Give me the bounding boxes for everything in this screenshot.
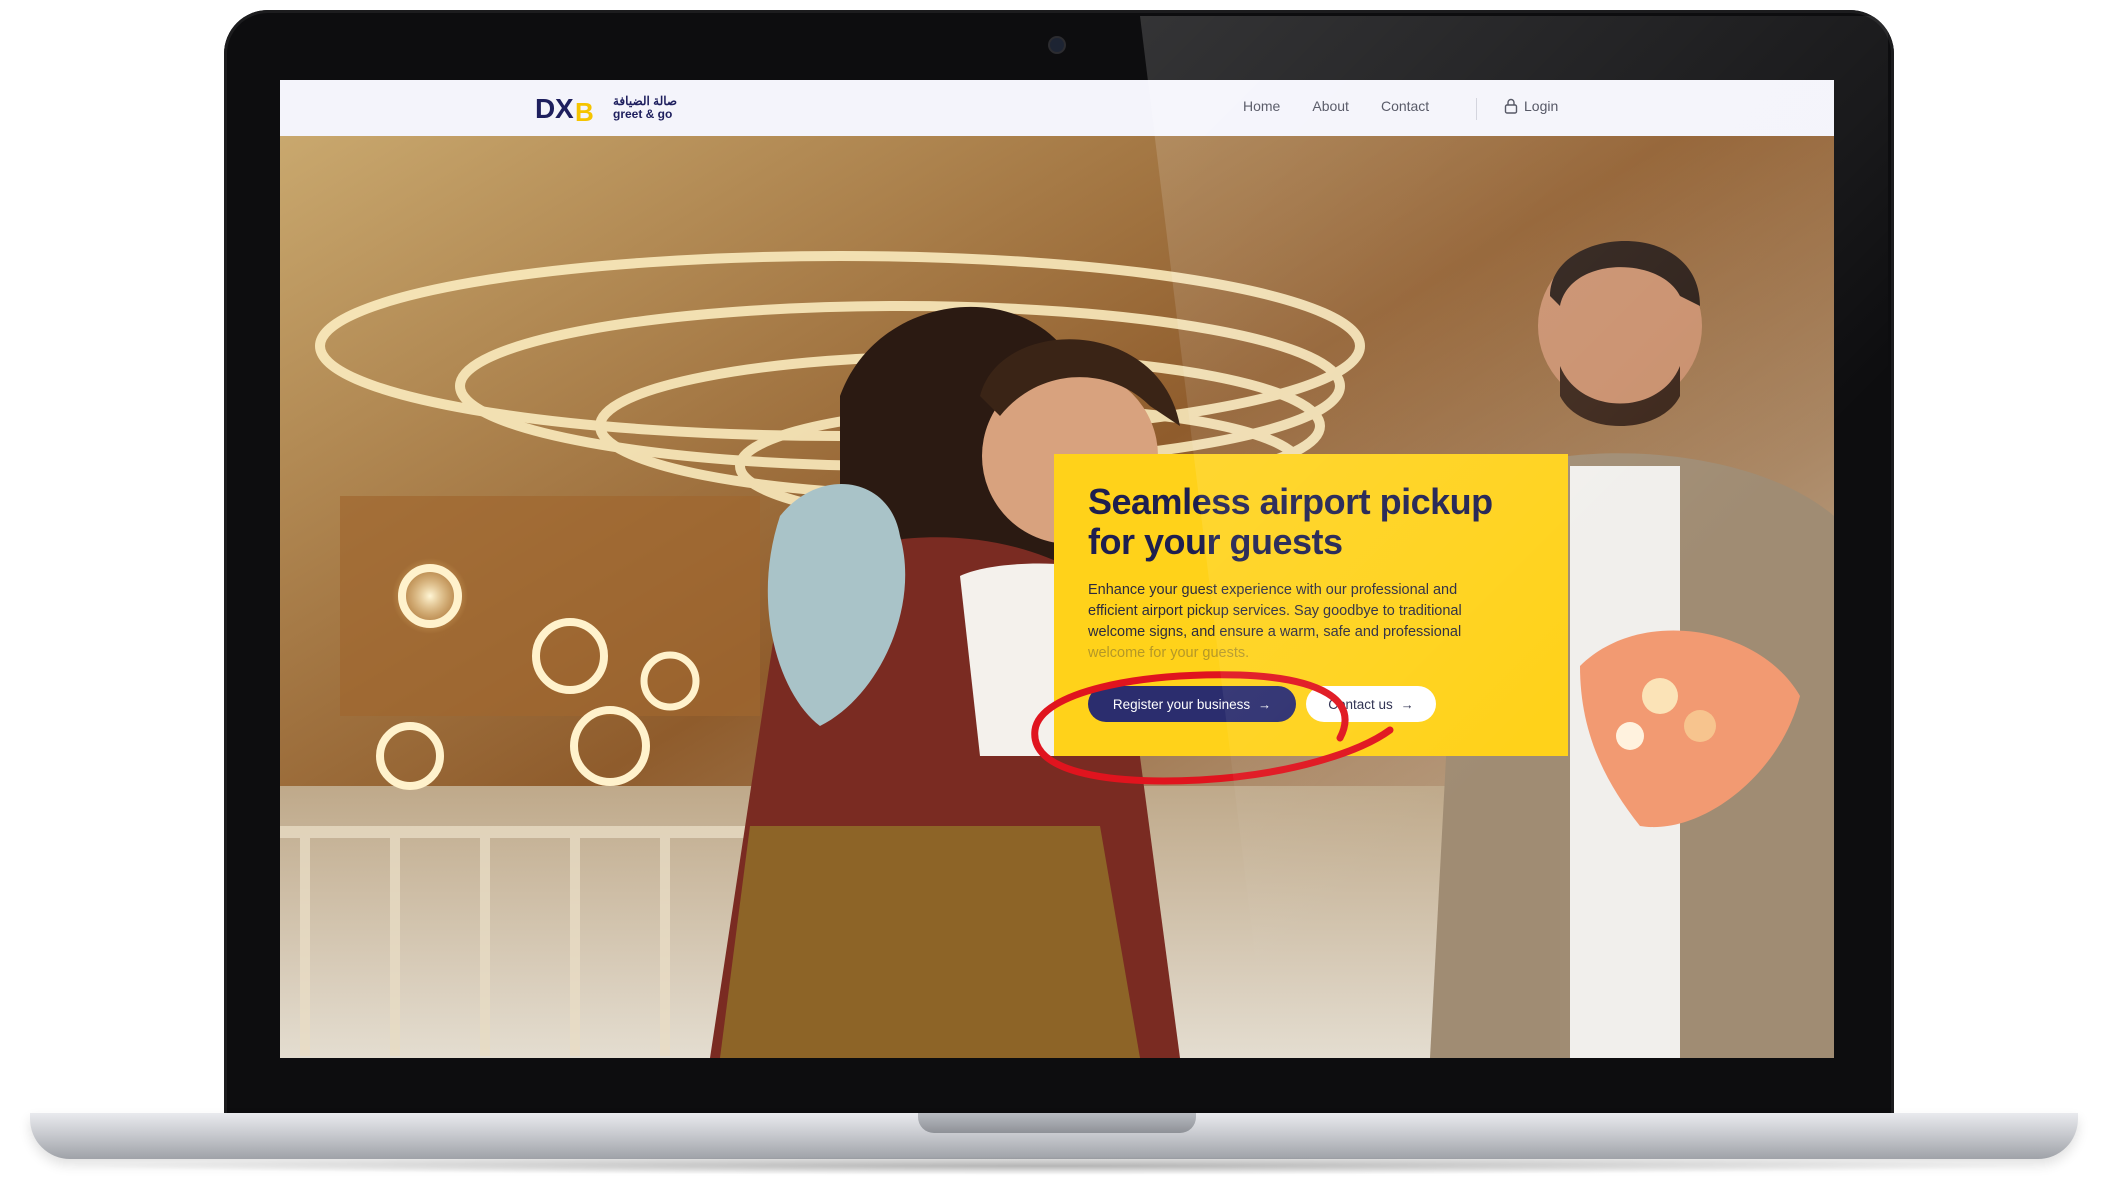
lock-icon — [1504, 98, 1518, 114]
svg-text:X: X — [555, 93, 574, 124]
hero-title: Seamless airport pickup for your guests — [1088, 482, 1548, 562]
hero-description: Enhance your guest experience with our p… — [1088, 580, 1508, 664]
register-button-label: Register your business — [1112, 696, 1251, 712]
laptop-shadow — [70, 1157, 2038, 1175]
hero-description-text: Enhance your guest experience with our p… — [1088, 582, 1462, 640]
brand-logo[interactable]: D X B صالة الضيافة greet & go — [535, 91, 677, 125]
contact-us-button[interactable]: Contact us → — [1306, 686, 1436, 722]
arrow-right-icon: → — [1400, 696, 1414, 712]
nav-home[interactable]: Home — [1243, 98, 1280, 114]
webcam — [1050, 38, 1064, 52]
login-link[interactable]: Login — [1504, 98, 1558, 114]
logo-english-text: greet & go — [613, 107, 673, 121]
hero-card: Seamless airport pickup for your guests … — [1054, 454, 1568, 756]
hero-title-line1: Seamless airport pickup — [1088, 481, 1493, 522]
laptop-base-notch — [918, 1113, 1196, 1133]
hero-title-line2: for your guests — [1088, 521, 1343, 562]
site-navbar: D X B صالة الضيافة greet & go Home About… — [280, 80, 1834, 136]
contact-button-label: Contact us — [1328, 696, 1393, 712]
login-label: Login — [1524, 98, 1559, 114]
laptop-screen: D X B صالة الضيافة greet & go Home About… — [280, 80, 1834, 1058]
register-business-button[interactable]: Register your business → — [1088, 686, 1296, 722]
nav-contact[interactable]: Contact — [1381, 98, 1429, 114]
nav-divider — [1476, 98, 1477, 120]
hero-description-obscured: welcome for your guests. — [1088, 645, 1250, 661]
nav-links: Home About Contact — [1243, 98, 1461, 114]
nav-about[interactable]: About — [1312, 98, 1349, 114]
svg-text:B: B — [575, 97, 594, 125]
svg-text:D: D — [535, 93, 555, 124]
arrow-right-icon: → — [1258, 696, 1272, 712]
dxb-logo-icon: D X B — [535, 93, 594, 125]
